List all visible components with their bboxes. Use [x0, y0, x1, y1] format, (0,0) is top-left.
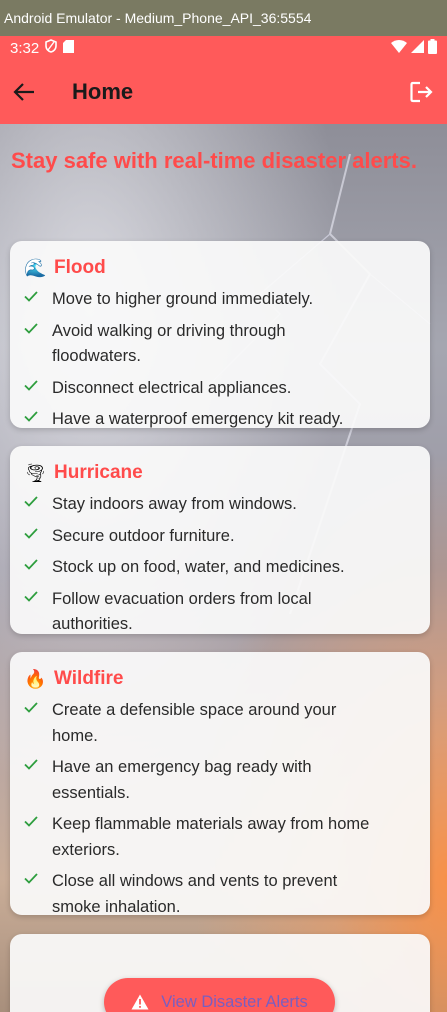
card-title: Wildfire — [54, 668, 124, 689]
check-icon — [24, 287, 52, 306]
disaster-card-hurricane: 🌪 Hurricane Stay indoors away from windo… — [10, 446, 430, 634]
tip-item: Close all windows and vents to prevent s… — [24, 869, 416, 920]
headline: Stay safe with real-time disaster alerts… — [11, 148, 417, 173]
tip-text: Disconnect electrical appliances. — [52, 378, 292, 397]
sd-card-icon — [63, 39, 75, 57]
app-bar: Home — [0, 60, 447, 124]
check-icon — [24, 319, 52, 338]
check-icon — [24, 407, 52, 426]
wave-icon: 🌊 — [24, 257, 47, 279]
tip-item: Disconnect electrical appliances. — [24, 376, 416, 402]
tornado-icon: 🌪 — [24, 462, 47, 484]
tip-text: Have an emergency bag ready with essenti… — [52, 758, 312, 802]
check-icon — [24, 869, 52, 888]
battery-icon — [428, 38, 437, 58]
disaster-card-wildfire: 🔥 Wildfire Create a defensible space aro… — [10, 652, 430, 916]
tip-text: Avoid walking or driving through floodwa… — [52, 321, 286, 366]
shield-icon — [45, 39, 58, 57]
wifi-icon — [391, 39, 407, 57]
back-arrow-icon[interactable] — [12, 80, 36, 104]
status-time: 3:32 — [10, 39, 40, 57]
tip-item: Stock up on food, water, and medicines. — [24, 555, 416, 581]
check-icon — [24, 812, 52, 831]
fire-icon: 🔥 — [24, 668, 47, 690]
card-title: Flood — [54, 257, 106, 278]
tip-text: Have a waterproof emergency kit ready. — [52, 410, 344, 428]
card-title: Hurricane — [54, 462, 143, 483]
tip-text: Keep flammable materials away from home … — [52, 815, 370, 859]
tip-text: Secure outdoor furniture. — [52, 526, 235, 545]
logout-icon[interactable] — [409, 79, 435, 105]
tip-text: Stock up on food, water, and medicines. — [52, 558, 345, 576]
check-icon — [24, 524, 52, 543]
tip-text: Follow evacuation orders from local auth… — [52, 589, 312, 634]
signal-icon — [411, 39, 424, 57]
tip-item: Secure outdoor furniture. — [24, 524, 416, 550]
tip-item: Keep flammable materials away from home … — [24, 812, 416, 863]
tip-text: Move to higher ground immediately. — [52, 290, 314, 308]
check-icon — [24, 587, 52, 606]
status-bar: 3:32 — [0, 36, 447, 60]
page-title: Home — [72, 79, 134, 104]
tip-text: Close all windows and vents to prevent s… — [52, 872, 338, 916]
check-icon — [24, 555, 52, 574]
tip-item: Have an emergency bag ready with essenti… — [24, 755, 416, 806]
tip-text: Create a defensible space around your ho… — [52, 701, 337, 745]
tip-text: Stay indoors away from windows. — [52, 495, 297, 513]
tip-item: Move to higher ground immediately. — [24, 287, 416, 313]
emulator-title: Android Emulator - Medium_Phone_API_36:5… — [4, 10, 312, 26]
tip-item: Have a waterproof emergency kit ready. — [24, 407, 416, 433]
tip-item: Create a defensible space around your ho… — [24, 698, 416, 749]
emulator-title-bar: Android Emulator - Medium_Phone_API_36:5… — [0, 0, 447, 36]
scroll-content[interactable]: Stay safe with real-time disaster alerts… — [0, 124, 447, 1012]
tip-item: Stay indoors away from windows. — [24, 492, 416, 518]
check-icon — [24, 376, 52, 395]
view-disaster-alerts-button[interactable]: View Disaster Alerts — [104, 978, 335, 1012]
fab-label: View Disaster Alerts — [161, 992, 308, 1011]
disaster-card-flood: 🌊 Flood Move to higher ground immediatel… — [10, 241, 430, 428]
check-icon — [24, 698, 52, 717]
tip-item: Avoid walking or driving through floodwa… — [24, 319, 416, 370]
tip-item: Follow evacuation orders from local auth… — [24, 587, 416, 638]
warning-icon — [131, 992, 151, 1012]
check-icon — [24, 492, 52, 511]
check-icon — [24, 755, 52, 774]
